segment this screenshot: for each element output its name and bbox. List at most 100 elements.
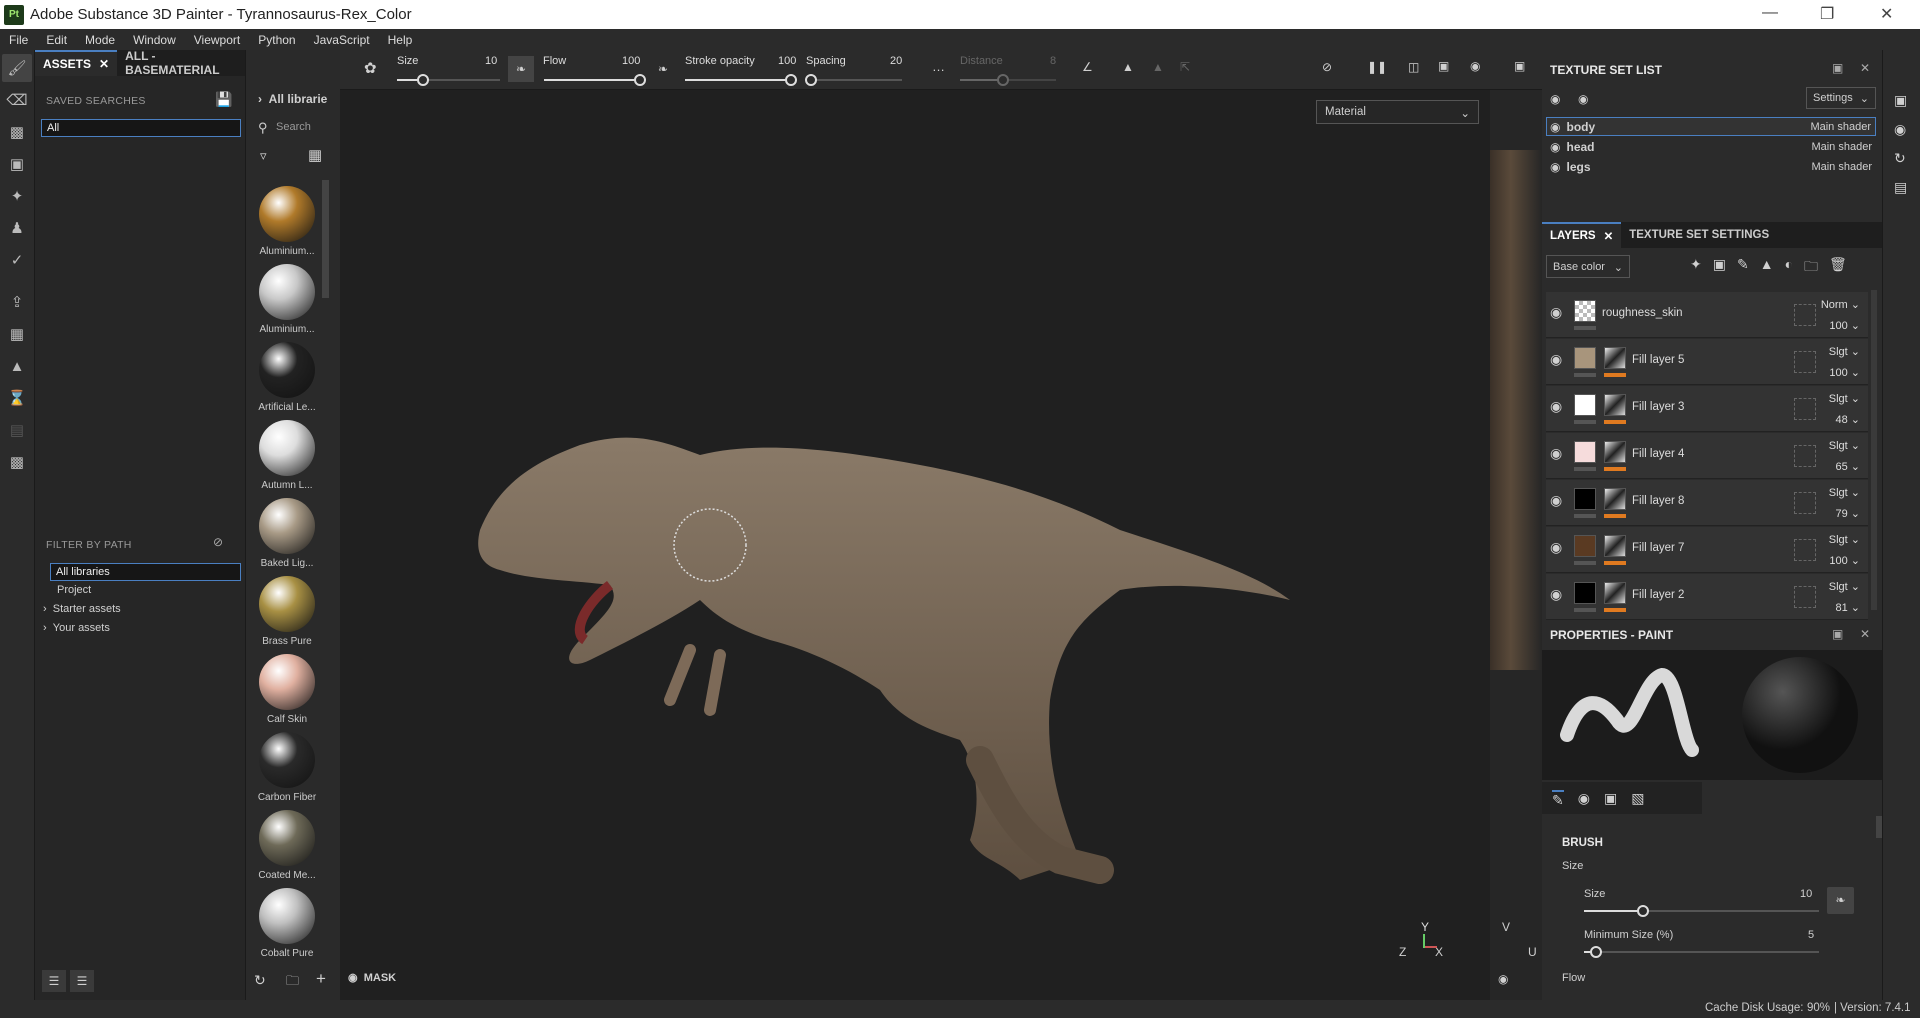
tab-assets[interactable]: ASSETS ✕ [35,50,118,76]
eye-icon[interactable]: ◉ [1550,492,1562,509]
material-thumbnail[interactable]: Coated Me... [252,810,322,881]
clone-stamp-icon[interactable]: ♟ [2,214,32,242]
3d-viewport[interactable]: Material ⌄ Y Z X ◉ MASK [340,90,1490,1000]
tab-texture-set-settings[interactable]: TEXTURE SET SETTINGS [1621,222,1777,248]
float-panel-icon[interactable]: ▣ [1832,61,1843,75]
eye-icon[interactable]: ◉ [1550,539,1562,556]
layer-row[interactable]: ◉ Fill layer 5 Slgt ⌄ 100 ⌄ [1546,339,1868,385]
menu-python[interactable]: Python [249,33,304,47]
add-paint-layer-icon[interactable]: ✎ [1737,256,1749,280]
blend-mode-dropdown[interactable]: Slgt ⌄ [1829,580,1860,593]
material-thumbnail[interactable]: Baked Lig... [252,498,322,569]
channel-dropdown[interactable]: Base color ⌄ [1546,255,1630,278]
visibility-icon[interactable]: ◉ [1578,92,1588,106]
eye-icon[interactable]: ◉ [1550,351,1562,368]
layers-scrollbar[interactable] [1871,290,1877,610]
mesh-icon[interactable]: ▲ [2,352,32,380]
menu-javascript[interactable]: JavaScript [305,33,379,47]
eraser-tool-icon[interactable]: ⌫ [2,86,32,114]
log-icon[interactable]: ▤ [1894,179,1920,196]
eye-icon[interactable]: ◉ [1550,160,1560,174]
eye-icon[interactable]: ◉ [1550,120,1560,134]
shelf-icon[interactable]: ▩ [2,448,32,476]
geometry-fill-icon[interactable]: ▣ [2,150,32,178]
smudge-tool-icon[interactable]: ✦ [2,182,32,210]
visibility-off-icon[interactable]: ◉ [1550,92,1560,106]
minimize-button[interactable]: — [1762,4,1778,22]
layer-mask-slot[interactable] [1794,492,1816,514]
split-view-icon[interactable]: ◫ [1408,60,1419,74]
menu-file[interactable]: File [0,33,37,47]
color-picker-icon[interactable]: ✓ [2,246,32,274]
pen-pressure-flow-icon[interactable]: ❧ [658,62,668,76]
filter-icon[interactable]: ▿ [260,148,267,164]
hide-ui-icon[interactable]: ⊘ [1322,60,1332,74]
layer-mask-thumbnail[interactable] [1604,488,1626,510]
material-thumbnail[interactable]: Artificial Le... [252,342,322,413]
history-icon[interactable]: ↻ [1894,150,1920,167]
display-mode-icon[interactable]: ▣ [1438,59,1449,73]
material-tab-icon[interactable]: ▧ [1631,790,1644,806]
opacity-dropdown[interactable]: 100 ⌄ [1829,319,1860,332]
blend-mode-dropdown[interactable]: Slgt ⌄ [1829,486,1860,499]
blend-mode-dropdown[interactable]: Slgt ⌄ [1829,439,1860,452]
paint-brush-tool-icon[interactable]: 🖌 [2,54,32,82]
layer-row[interactable]: ◉ roughness_skin Norm ⌄ 100 ⌄ [1546,292,1868,338]
scrollbar[interactable] [322,180,329,298]
angle-icon[interactable]: ∠ [1082,60,1093,74]
pause-icon[interactable]: ❚❚ [1367,60,1387,74]
projection-tool-icon[interactable]: ▩ [2,118,32,146]
tree-view-icon[interactable]: ☰ [70,970,94,992]
material-thumbnail[interactable]: Calf Skin [252,654,322,725]
layer-mask-thumbnail[interactable] [1604,394,1626,416]
float-panel-icon[interactable]: ▣ [1832,627,1843,641]
pen-pressure-button[interactable]: ❧ [1827,887,1854,914]
add-icon[interactable]: + [316,969,326,989]
uv-camera-icon[interactable]: ◉ [1498,972,1508,986]
hide-icon[interactable]: ⊘ [213,535,223,549]
opacity-dropdown[interactable]: 48 ⌄ [1835,413,1860,426]
menu-window[interactable]: Window [124,33,185,47]
layer-mask-thumbnail[interactable] [1604,441,1626,463]
2d-uv-view[interactable]: V U ◉ [1490,90,1542,1000]
refresh-icon[interactable]: ↻ [254,972,266,989]
spacing-slider[interactable] [804,74,902,86]
close-button[interactable]: ✕ [1880,4,1893,24]
add-fill-layer-icon[interactable]: ▲ [1760,256,1774,280]
lazy-mouse-icon[interactable]: … [932,59,945,74]
layer-row[interactable]: ◉ Fill layer 8 Slgt ⌄ 79 ⌄ [1546,480,1868,526]
maximize-button[interactable]: ❐ [1820,4,1834,24]
layer-mask-slot[interactable] [1794,539,1816,561]
texture-set-legs[interactable]: ◉ legs Main shader [1546,157,1876,176]
mask-toggle[interactable]: ◉ MASK [348,971,396,984]
saved-search-input[interactable]: All [41,119,241,137]
menu-mode[interactable]: Mode [76,33,124,47]
asset-search-input[interactable]: Search [276,121,311,133]
eye-icon[interactable]: ◉ [1550,304,1562,321]
list-view-icon[interactable]: ☰ [42,970,66,992]
disabled-tool-icon[interactable]: ▤ [2,416,32,444]
path-your-assets[interactable]: › Your assets [43,622,110,634]
pen-pressure-size-button[interactable]: ❧ [508,56,534,82]
layer-mask-slot[interactable] [1794,398,1816,420]
viewport-mode-dropdown[interactable]: Material ⌄ [1316,100,1479,124]
add-effect-icon[interactable]: ✦ [1690,256,1702,280]
texture-set-list-icon[interactable]: ▣ [1894,92,1920,109]
folder-icon[interactable]: 🗀 [286,972,299,994]
display-settings-icon[interactable]: ◉ [1894,121,1920,138]
texture-set-head[interactable]: ◉ head Main shader [1546,137,1876,156]
alpha-tab-icon[interactable]: ◉ [1578,790,1590,806]
add-mask-icon[interactable]: ▣ [1713,256,1726,280]
tab-layers[interactable]: LAYERS ✕ [1542,222,1622,248]
menu-help[interactable]: Help [379,33,422,47]
stencil-tab-icon[interactable]: ▣ [1604,790,1617,806]
menu-edit[interactable]: Edit [37,33,76,47]
symmetry-2-icon[interactable]: ▲ [1152,60,1164,74]
opacity-dropdown[interactable]: 79 ⌄ [1835,507,1860,520]
layer-mask-slot[interactable] [1794,351,1816,373]
camera-icon[interactable]: ◉ [1470,59,1480,73]
opacity-dropdown[interactable]: 100 ⌄ [1829,366,1860,379]
library-breadcrumb[interactable]: › All librarie [258,92,340,106]
resize-icon[interactable]: ⇱ [1180,60,1190,74]
material-thumbnail[interactable]: Aluminium... [252,186,322,257]
